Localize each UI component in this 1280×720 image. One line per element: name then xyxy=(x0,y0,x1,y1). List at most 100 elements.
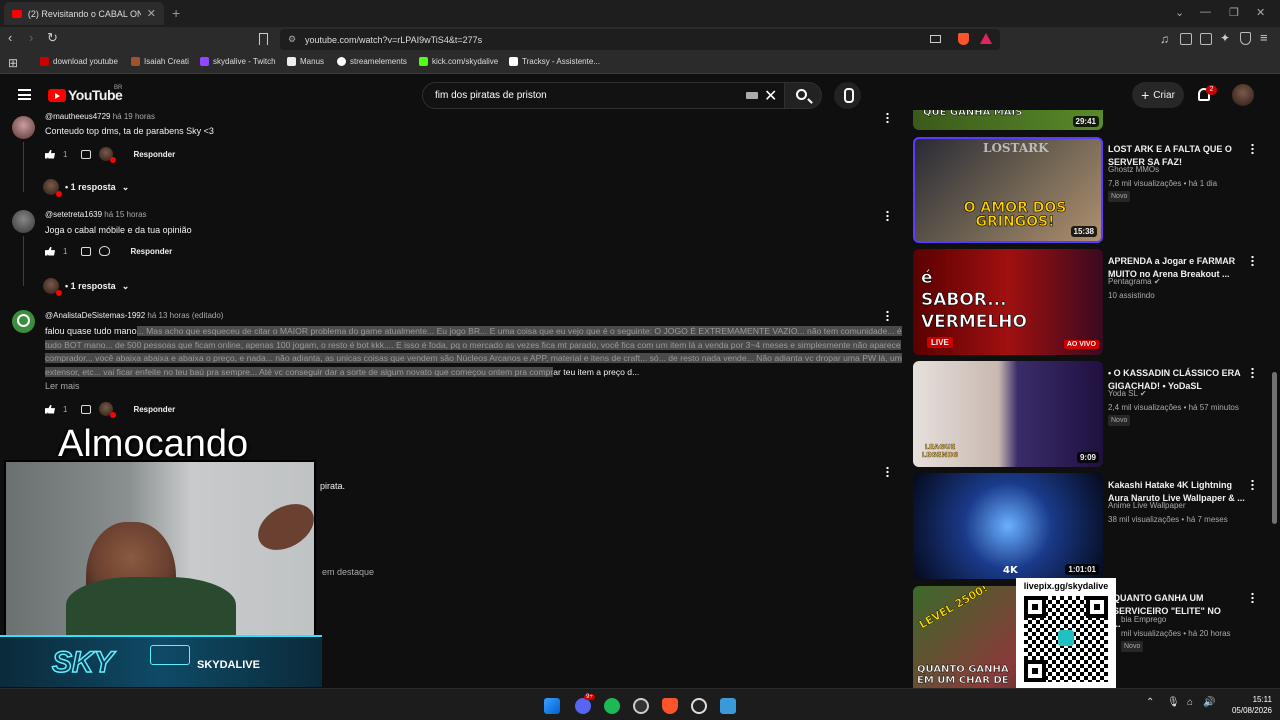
bookmark-kick[interactable]: kick.com/skydalive xyxy=(419,57,498,66)
tray-chevron-icon[interactable]: ⌃ xyxy=(1146,697,1154,708)
address-bar-row: ‹ › ↻ ⚙ youtube.com/watch?v=rLPAI9wTiS4&… xyxy=(0,27,1280,52)
creator-avatar xyxy=(43,179,62,197)
voice-search-button[interactable] xyxy=(834,82,861,109)
discord-icon[interactable] xyxy=(575,698,591,714)
comment-author[interactable]: @AnalistaDeSistemas-1992 há 13 horas (ed… xyxy=(45,311,223,320)
brave-rewards-icon[interactable] xyxy=(980,33,992,44)
video-thumbnail[interactable]: LEAGUE LEGENDS 9:09 xyxy=(913,361,1103,467)
heart-icon[interactable] xyxy=(99,246,111,256)
new-tab-icon[interactable]: + xyxy=(172,5,180,21)
brave-icon[interactable] xyxy=(662,698,678,714)
channel-name[interactable]: bia Emprego xyxy=(1121,615,1166,624)
video-more-icon[interactable] xyxy=(1251,592,1254,603)
brave-shields-icon[interactable] xyxy=(958,33,969,45)
dislike-icon[interactable] xyxy=(81,246,92,256)
site-info-icon[interactable]: ⚙ xyxy=(288,34,296,45)
app-icon[interactable] xyxy=(691,698,707,714)
back-icon[interactable]: ‹ xyxy=(8,30,12,45)
video-thumbnail[interactable]: LOSTARK O AMOR DOS GRINGOS! 15:38 xyxy=(913,137,1103,243)
video-more-icon[interactable] xyxy=(1251,143,1254,154)
close-window-icon[interactable]: ✕ xyxy=(1256,6,1265,19)
bookmark-streamelements[interactable]: streamelements xyxy=(337,57,407,66)
comment-more-icon[interactable] xyxy=(886,210,889,221)
reply-button[interactable]: Responder xyxy=(130,247,172,256)
reply-button[interactable]: Responder xyxy=(133,405,175,414)
dislike-icon[interactable] xyxy=(81,404,92,414)
bookmark-manus[interactable]: Manus xyxy=(287,57,324,66)
video-thumbnail[interactable]: QUE GANHA MAIS 29:41 xyxy=(913,110,1103,130)
obs-icon[interactable] xyxy=(633,698,649,714)
cast-icon[interactable] xyxy=(930,35,941,43)
tab-search-icon[interactable]: ⌄ xyxy=(1175,6,1184,19)
comment-more-icon[interactable] xyxy=(886,466,889,477)
keyboard-icon[interactable] xyxy=(746,92,758,99)
video-thumbnail[interactable]: 4K 1:01:01 xyxy=(913,473,1103,579)
url-input[interactable]: ⚙ youtube.com/watch?v=rLPAI9wTiS4&t=277s xyxy=(280,29,1000,50)
like-icon[interactable] xyxy=(45,149,55,159)
channel-name[interactable]: Anime Live Wallpaper xyxy=(1108,501,1186,510)
channel-name[interactable]: Ghostz MMOs xyxy=(1108,165,1159,174)
notepad-icon[interactable] xyxy=(720,698,736,714)
forward-icon[interactable]: › xyxy=(29,30,33,45)
browser-menu-icon[interactable]: ≡ xyxy=(1260,30,1268,45)
channel-name[interactable]: Pentagrama ✔ xyxy=(1108,277,1161,286)
hamburger-menu-icon[interactable] xyxy=(18,89,31,100)
search-button[interactable] xyxy=(784,82,822,109)
recommended-video[interactable]: LOSTARK O AMOR DOS GRINGOS! 15:38 LOST A… xyxy=(913,137,1273,243)
like-count: 1 xyxy=(63,246,68,256)
commenter-avatar[interactable] xyxy=(12,310,35,333)
volume-icon[interactable]: 🔊 xyxy=(1203,697,1215,708)
youtube-logo-icon[interactable] xyxy=(48,89,66,102)
comment-text: Joga o cabal móbile e da tua opinião xyxy=(45,225,192,235)
commenter-avatar[interactable] xyxy=(12,116,35,139)
page-scrollbar[interactable] xyxy=(1272,372,1277,524)
comment-more-icon[interactable] xyxy=(886,310,889,321)
windows-start-icon[interactable] xyxy=(544,698,560,714)
recommended-video[interactable]: QUE GANHA MAIS 29:41 xyxy=(913,110,1273,130)
video-more-icon[interactable] xyxy=(1251,479,1254,490)
comment-author[interactable]: @setetreta1639 há 15 horas xyxy=(45,210,147,219)
replies-toggle[interactable]: • 1 resposta ⌄ xyxy=(43,278,129,296)
recommended-video[interactable]: LEAGUE LEGENDS 9:09 • O KASSADIN CLÁSSIC… xyxy=(913,361,1273,467)
vpn-icon[interactable] xyxy=(1240,32,1251,45)
bookmark-page-icon[interactable] xyxy=(259,33,268,45)
video-thumbnail[interactable]: é SABOR... VERMELHO LIVE AO VIVO xyxy=(913,249,1103,355)
bookmark-download-youtube[interactable]: download youtube xyxy=(40,57,118,66)
apps-grid-icon[interactable]: ⊞ xyxy=(8,56,18,70)
create-button[interactable]: + Criar xyxy=(1132,82,1184,108)
clear-search-icon[interactable]: ✕ xyxy=(764,86,777,106)
spotify-icon[interactable] xyxy=(604,698,620,714)
dislike-icon[interactable] xyxy=(81,149,92,159)
search-input[interactable]: fim dos piratas de priston xyxy=(422,82,786,109)
reply-button[interactable]: Responder xyxy=(133,150,175,159)
like-icon[interactable] xyxy=(45,246,55,256)
recommended-video[interactable]: 4K 1:01:01 Kakashi Hatake 4K Lightning A… xyxy=(913,473,1273,579)
bookmark-isaiah[interactable]: Isaiah Creati xyxy=(131,57,189,66)
like-icon[interactable] xyxy=(45,404,55,414)
recommended-video[interactable]: é SABOR... VERMELHO LIVE AO VIVO APRENDA… xyxy=(913,249,1273,355)
video-title[interactable]: QUANTO GANHA UM SERVICEIRO "ELITE" NO ..… xyxy=(1113,592,1223,631)
comment-more-icon[interactable] xyxy=(886,112,889,123)
reload-icon[interactable]: ↻ xyxy=(47,30,58,46)
read-more-link[interactable]: Ler mais xyxy=(45,381,80,391)
minimize-icon[interactable]: — xyxy=(1200,6,1211,18)
browser-tab[interactable]: (2) Revisitando o CABAL ONLINE ✕ xyxy=(4,2,164,25)
tab-close-icon[interactable]: ✕ xyxy=(147,7,156,20)
system-clock[interactable]: 15:11 05/08/2026 xyxy=(1222,694,1272,716)
bookmark-tracksy[interactable]: Tracksy - Assistente... xyxy=(509,57,600,66)
wallet-icon[interactable] xyxy=(1200,33,1212,45)
user-avatar[interactable] xyxy=(1232,84,1254,106)
video-more-icon[interactable] xyxy=(1251,255,1254,266)
network-icon[interactable]: ⌂ xyxy=(1187,697,1193,708)
maximize-icon[interactable]: ❐ xyxy=(1229,6,1239,19)
leo-ai-icon[interactable]: ✦ xyxy=(1220,31,1230,45)
replies-toggle[interactable]: • 1 resposta ⌄ xyxy=(43,179,129,197)
channel-name[interactable]: Yoda SL ✔ xyxy=(1108,389,1147,398)
music-icon[interactable]: ♫ xyxy=(1160,32,1169,46)
sidebar-icon[interactable] xyxy=(1180,33,1192,45)
comment-author[interactable]: @mautheeus4729 há 19 horas xyxy=(45,112,155,121)
commenter-avatar[interactable] xyxy=(12,210,35,233)
bookmark-twitch[interactable]: skydalive - Twitch xyxy=(200,57,276,66)
mic-tray-icon[interactable]: 🎙 xyxy=(1167,697,1180,708)
video-more-icon[interactable] xyxy=(1251,367,1254,378)
